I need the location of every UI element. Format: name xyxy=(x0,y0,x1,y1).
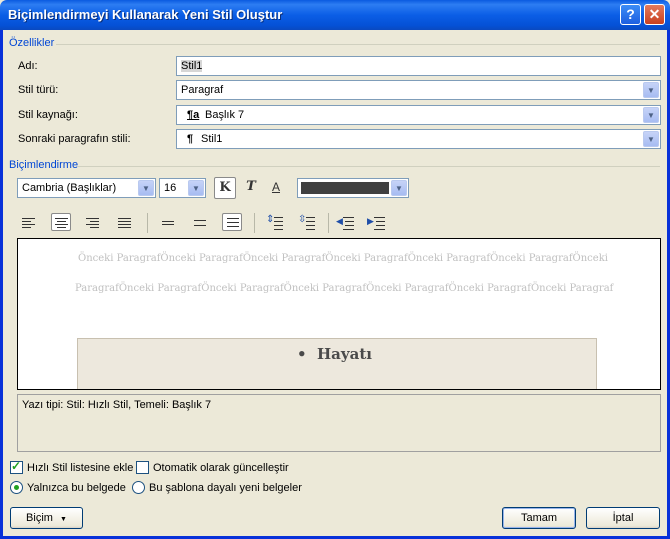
style-base-label: Stil kaynağı: xyxy=(18,109,78,121)
chevron-down-icon[interactable]: ▼ xyxy=(643,131,659,147)
template-documents-radio[interactable] xyxy=(132,481,145,494)
linked-style-icon: ¶a xyxy=(187,109,200,121)
next-style-label: Sonraki paragrafın stili: xyxy=(18,133,131,145)
double-spacing-icon[interactable] xyxy=(222,213,242,231)
bold-button[interactable]: K xyxy=(214,177,236,199)
name-label: Adı: xyxy=(18,60,38,72)
style-type-label: Stil türü: xyxy=(18,84,59,96)
format-button[interactable]: Biçim ▼ xyxy=(10,507,83,529)
style-base-value: Başlık 7 xyxy=(205,109,245,121)
help-button[interactable]: ? xyxy=(620,4,641,25)
toolbar-separator xyxy=(147,213,148,233)
quick-style-label[interactable]: Hızlı Stil listesine ekle xyxy=(27,462,133,474)
color-swatch xyxy=(301,182,389,194)
single-spacing-icon[interactable] xyxy=(158,214,178,232)
font-value: Cambria (Başlıklar) xyxy=(22,182,117,194)
chevron-down-icon[interactable]: ▼ xyxy=(138,180,154,196)
style-type-select[interactable]: Paragraf ▼ xyxy=(176,80,661,100)
properties-divider xyxy=(56,44,660,45)
ok-button[interactable]: Tamam xyxy=(502,507,576,529)
properties-group-label: Özellikler xyxy=(9,37,55,49)
chevron-down-icon: ▼ xyxy=(60,516,67,523)
size-value: 16 xyxy=(164,182,177,194)
font-select[interactable]: Cambria (Başlıklar) ▼ xyxy=(17,178,156,198)
formatting-group-label: Biçimlendirme xyxy=(9,159,79,171)
chevron-down-icon[interactable]: ▼ xyxy=(643,107,659,123)
style-base-select[interactable]: ¶a Başlık 7 ▼ xyxy=(176,105,661,125)
close-button[interactable]: ✕ xyxy=(644,4,665,25)
this-document-label[interactable]: Yalnızca bu belgede xyxy=(27,482,126,494)
toolbar-separator xyxy=(254,213,255,233)
align-right-icon[interactable] xyxy=(83,214,103,232)
formatting-divider xyxy=(78,166,660,167)
space-after-icon[interactable]: ⇳ xyxy=(297,214,317,232)
format-button-label: Biçim xyxy=(26,512,53,524)
increase-indent-icon[interactable]: ▶ xyxy=(367,214,387,232)
underline-button[interactable]: A xyxy=(265,177,287,199)
chevron-down-icon[interactable]: ▼ xyxy=(188,180,204,196)
template-documents-label[interactable]: Bu şablona dayalı yeni belgeler xyxy=(149,482,302,494)
next-style-value: Stil1 xyxy=(201,133,223,145)
space-before-icon[interactable]: ⇕ xyxy=(265,214,285,232)
decrease-indent-icon[interactable]: ◀ xyxy=(336,214,356,232)
auto-update-label[interactable]: Otomatik olarak güncelleştir xyxy=(153,462,289,474)
preview-sample-text: Hayatı xyxy=(317,345,372,363)
one-half-spacing-icon[interactable] xyxy=(190,214,210,232)
size-select[interactable]: 16 ▼ xyxy=(159,178,206,198)
auto-update-checkbox[interactable] xyxy=(136,461,149,474)
paragraph-style-icon: ¶ xyxy=(187,133,194,145)
this-document-radio[interactable] xyxy=(10,481,23,494)
style-type-value: Paragraf xyxy=(181,84,224,96)
name-input[interactable]: Stil1 xyxy=(176,56,661,76)
style-preview: Önceki ParagrafÖnceki ParagrafÖnceki Par… xyxy=(17,238,661,390)
previous-paragraph-text: ParagrafÖnceki ParagrafÖnceki ParagrafÖn… xyxy=(75,283,614,294)
previous-paragraph-text: Önceki ParagrafÖnceki ParagrafÖnceki Par… xyxy=(78,253,608,264)
style-description: Yazı tipi: Stil: Hızlı Stil, Temeli: Baş… xyxy=(17,394,661,452)
italic-button[interactable]: T xyxy=(240,177,262,199)
window-title: Biçimlendirmeyi Kullanarak Yeni Stil Olu… xyxy=(8,7,283,22)
bullet-icon: • xyxy=(297,345,307,363)
align-justify-icon[interactable] xyxy=(115,214,135,232)
next-style-select[interactable]: ¶ Stil1 ▼ xyxy=(176,129,661,149)
quick-style-checkbox[interactable] xyxy=(10,459,23,474)
color-select[interactable]: ▼ xyxy=(297,178,409,198)
preview-sample-box: • Hayatı xyxy=(77,338,597,389)
name-value: Stil1 xyxy=(181,60,203,72)
chevron-down-icon[interactable]: ▼ xyxy=(643,82,659,98)
align-center-icon[interactable] xyxy=(51,213,71,231)
chevron-down-icon[interactable]: ▼ xyxy=(391,180,407,196)
align-left-icon[interactable] xyxy=(19,214,39,232)
title-bar: Biçimlendirmeyi Kullanarak Yeni Stil Olu… xyxy=(0,0,670,30)
cancel-button[interactable]: İptal xyxy=(586,507,660,529)
style-description-text: Yazı tipi: Stil: Hızlı Stil, Temeli: Baş… xyxy=(22,399,212,411)
toolbar-separator xyxy=(328,213,329,233)
